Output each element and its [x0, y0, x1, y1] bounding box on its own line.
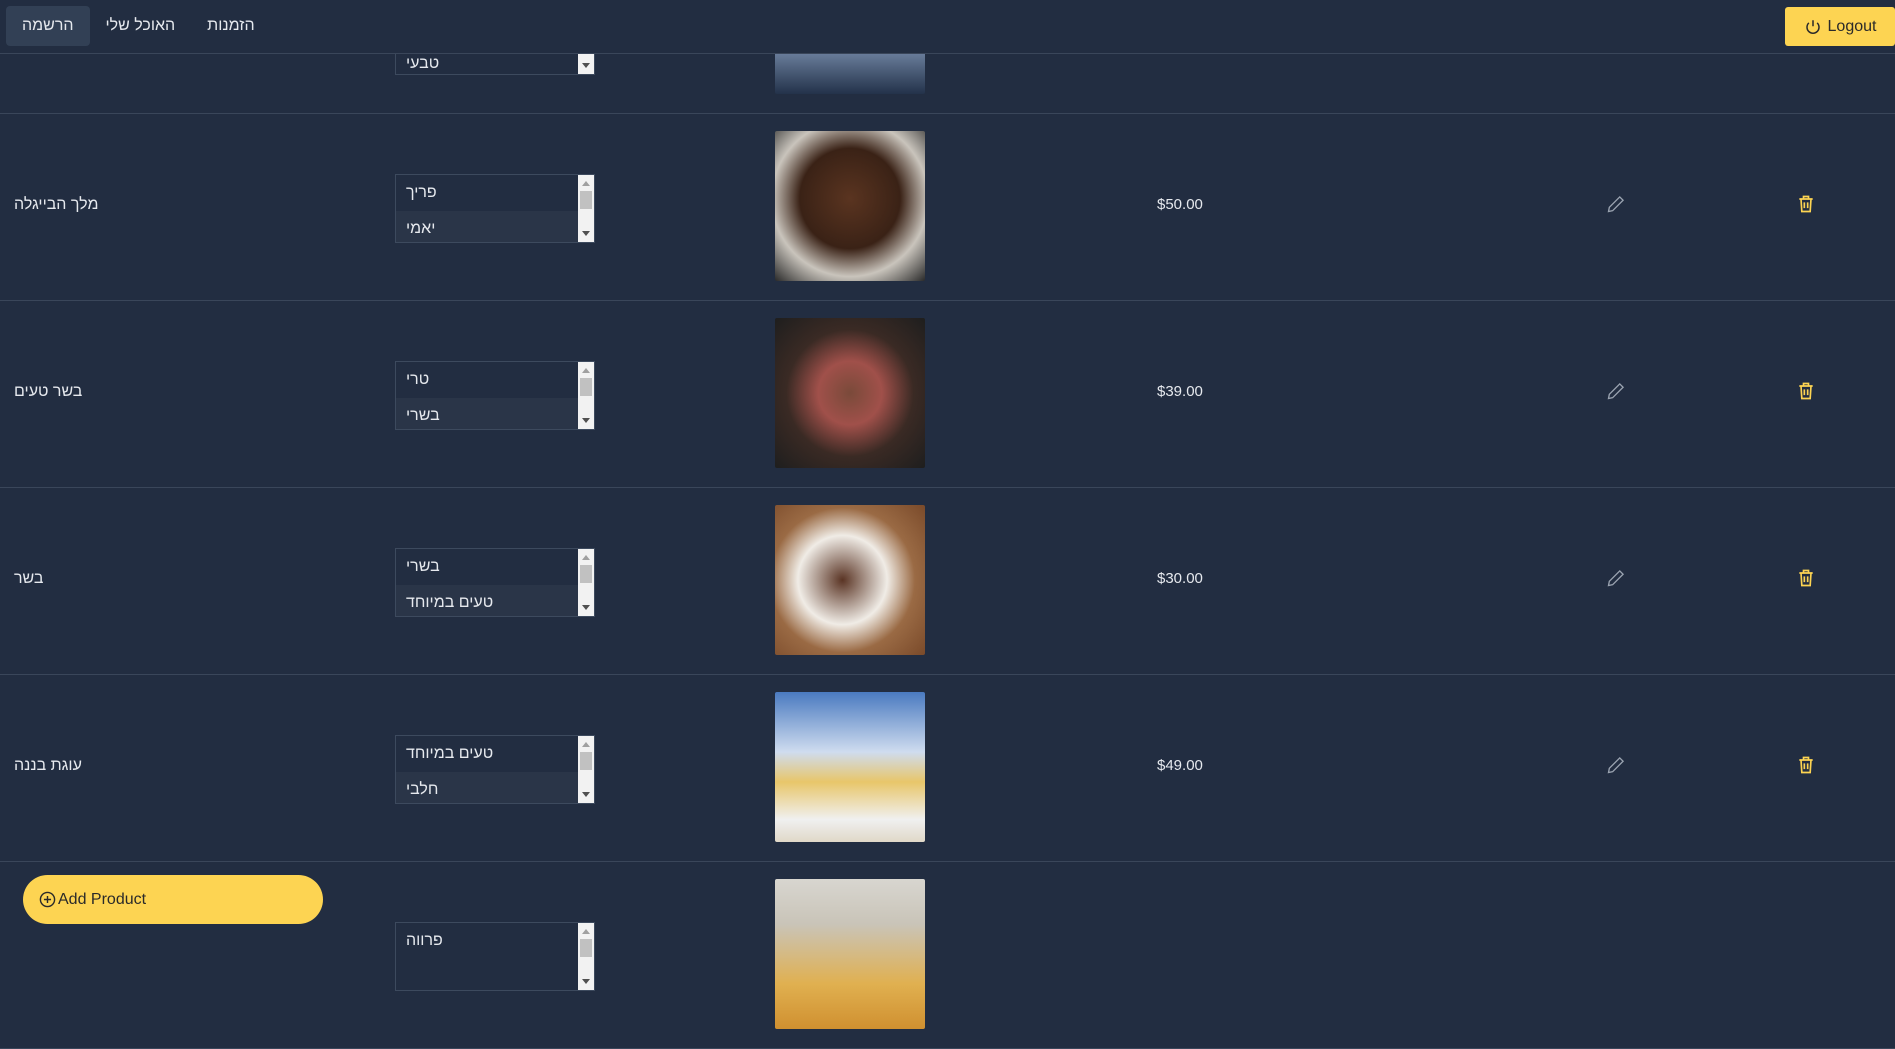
- nav-menu: הרשמה האוכל שלי הזמנות: [6, 6, 271, 46]
- tags-listbox[interactable]: טבעי: [395, 53, 595, 75]
- tag-option[interactable]: פריך: [396, 175, 594, 211]
- nav-my-food[interactable]: האוכל שלי: [90, 6, 192, 46]
- edit-pencil-icon[interactable]: [1606, 568, 1626, 588]
- tag-option[interactable]: פרווה: [396, 923, 594, 959]
- nav-register[interactable]: הרשמה: [6, 6, 90, 46]
- table-row: בשר בשרי טעים במיוחד $30.00: [0, 488, 1895, 675]
- top-navbar: הרשמה האוכל שלי הזמנות Logout: [0, 0, 1895, 54]
- tags-listbox[interactable]: בשרי טעים במיוחד: [395, 548, 595, 617]
- add-product-button[interactable]: Add Product: [23, 875, 323, 924]
- tags-listbox[interactable]: טעים במיוחד חלבי: [395, 735, 595, 804]
- tag-option[interactable]: יאמי: [396, 211, 594, 242]
- edit-pencil-icon[interactable]: [1606, 381, 1626, 401]
- add-product-label: Add Product: [58, 890, 147, 908]
- trash-icon[interactable]: [1796, 194, 1816, 214]
- listbox-scrollbar[interactable]: [578, 54, 594, 74]
- tags-listbox[interactable]: פרווה: [395, 922, 595, 991]
- table-row: עוגת בננה טעים במיוחד חלבי $49.00: [0, 675, 1895, 862]
- tags-listbox[interactable]: טרי בשרי: [395, 361, 595, 430]
- table-row: מלך הבייגלה פריך יאמי $50.00: [0, 114, 1895, 301]
- logout-button[interactable]: Logout: [1785, 7, 1895, 46]
- tag-option[interactable]: טעים במיוחד: [396, 585, 594, 616]
- power-icon: [1805, 19, 1820, 34]
- pretzel-chocolate-cake-photo: [775, 131, 925, 281]
- product-price: $49.00: [1157, 757, 1203, 774]
- steak-photo: [775, 318, 925, 468]
- product-name: בשר: [14, 570, 44, 587]
- product-price: $39.00: [1157, 383, 1203, 400]
- listbox-scrollbar[interactable]: [578, 175, 594, 242]
- tag-option[interactable]: חלבי: [396, 772, 594, 803]
- tag-option[interactable]: טרי: [396, 362, 594, 398]
- nav-orders[interactable]: הזמנות: [191, 6, 270, 46]
- listbox-scrollbar[interactable]: [578, 923, 594, 990]
- trash-icon[interactable]: [1796, 568, 1816, 588]
- product-price: $50.00: [1157, 196, 1203, 213]
- trash-icon[interactable]: [1796, 755, 1816, 775]
- listbox-scrollbar[interactable]: [578, 549, 594, 616]
- french-fries-poster-photo: [775, 879, 925, 1029]
- table-row: בשר טעים טרי בשרי $39.00: [0, 301, 1895, 488]
- grilled-steak-plate-photo: [775, 505, 925, 655]
- tag-option[interactable]: בשרי: [396, 549, 594, 585]
- edit-pencil-icon[interactable]: [1606, 755, 1626, 775]
- banana-chips-cake-photo: [775, 692, 925, 842]
- product-name: מלך הבייגלה: [14, 196, 99, 213]
- tag-option[interactable]: טבעי: [396, 54, 594, 74]
- trash-icon[interactable]: [1796, 381, 1816, 401]
- listbox-scrollbar[interactable]: [578, 362, 594, 429]
- product-name: בשר טעים: [14, 383, 83, 400]
- product-name: עוגת בננה: [14, 757, 82, 774]
- tags-listbox[interactable]: פריך יאמי: [395, 174, 595, 243]
- tag-option[interactable]: בשרי: [396, 398, 594, 429]
- tag-option[interactable]: טעים במיוחד: [396, 736, 594, 772]
- logout-label: Logout: [1827, 17, 1877, 35]
- plus-circle-icon: [39, 891, 56, 908]
- edit-pencil-icon[interactable]: [1606, 194, 1626, 214]
- product-price: $30.00: [1157, 570, 1203, 587]
- listbox-scrollbar[interactable]: [578, 736, 594, 803]
